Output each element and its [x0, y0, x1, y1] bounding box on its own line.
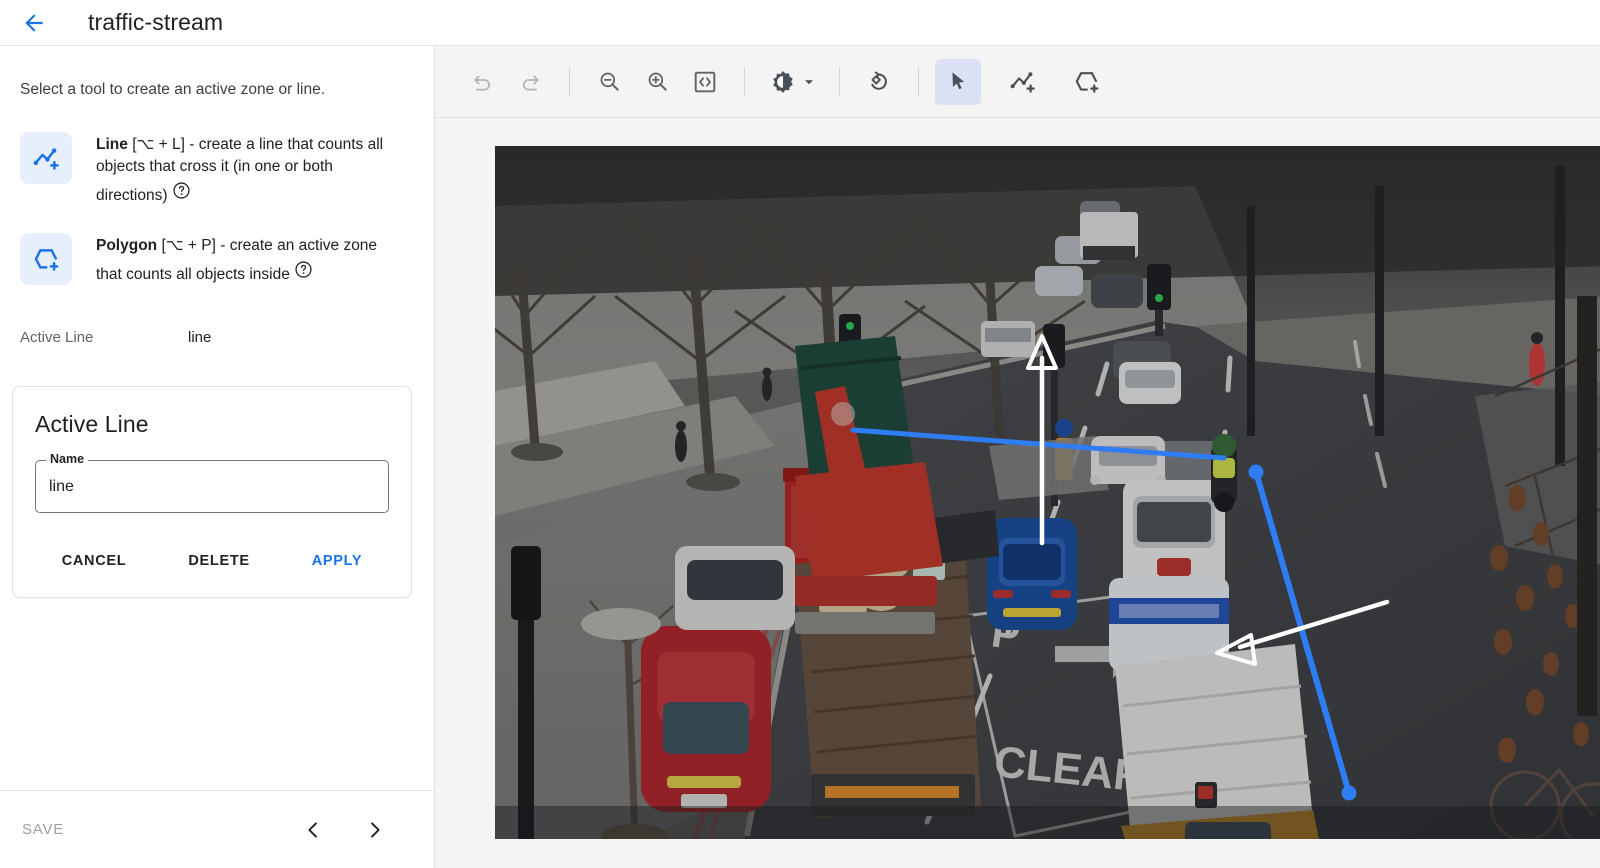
app-header: traffic-stream [0, 0, 1600, 46]
rotate-reset-icon [866, 69, 892, 95]
sidebar: Select a tool to create an active zone o… [0, 46, 435, 868]
add-line-icon [1009, 68, 1036, 95]
fit-screen-icon [692, 69, 718, 95]
card-actions: CANCEL DELETE APPLY [35, 547, 389, 575]
tool-description-line: Line [⌥ + L] - create a line that counts… [96, 132, 396, 207]
previous-button[interactable] [300, 817, 326, 843]
add-polygon-tool-button[interactable] [1063, 59, 1109, 105]
tool-hint-text: Select a tool to create an active zone o… [0, 46, 434, 100]
sidebar-content: Select a tool to create an active zone o… [0, 46, 434, 790]
brightness-button[interactable] [761, 59, 823, 105]
active-line-row: Active Line line [0, 320, 434, 354]
traffic-scene: K C P CLEAR [495, 146, 1600, 839]
add-line-icon [32, 144, 60, 172]
canvas-toolbar [435, 46, 1600, 118]
toolbar-divider-2 [744, 67, 745, 97]
back-arrow-icon [21, 10, 47, 36]
sidebar-footer: SAVE [0, 790, 434, 868]
fit-to-screen-button[interactable] [682, 59, 728, 105]
chevron-down-icon [803, 76, 815, 88]
toolbar-divider-4 [918, 67, 919, 97]
back-button[interactable] [14, 3, 54, 43]
tool-name-polygon: Polygon [96, 237, 157, 254]
tool-shortcut-line-value: [⌥ + L] [132, 136, 185, 153]
reset-view-button[interactable] [856, 59, 902, 105]
save-button[interactable]: SAVE [22, 821, 64, 838]
add-line-tool-chip[interactable] [20, 132, 72, 184]
tool-row-polygon: Polygon [⌥ + P] - create an active zone … [0, 227, 434, 292]
add-line-tool-button[interactable] [999, 59, 1045, 105]
active-line-label: Active Line [20, 329, 188, 346]
cursor-arrow-icon [946, 69, 971, 94]
add-polygon-icon [32, 245, 60, 273]
chevron-left-icon [302, 819, 324, 841]
tool-list: Line [⌥ + L] - create a line that counts… [0, 126, 434, 292]
name-input[interactable] [35, 460, 389, 513]
undo-button[interactable] [459, 59, 505, 105]
help-circle-icon-line[interactable] [172, 181, 191, 200]
chevron-right-icon [364, 819, 386, 841]
tool-shortcut-polygon-value: [⌥ + P] [161, 237, 215, 254]
redo-icon [518, 69, 543, 94]
canvas-stage[interactable]: K C P CLEAR [435, 118, 1600, 868]
cancel-button[interactable]: CANCEL [54, 547, 135, 575]
canvas-pane: K C P CLEAR [435, 46, 1600, 868]
next-button[interactable] [362, 817, 388, 843]
toolbar-divider-1 [569, 67, 570, 97]
line-endpoint-handle-start [1249, 465, 1264, 480]
app-root: traffic-stream Select a tool to create a… [0, 0, 1600, 868]
zoom-out-icon [597, 69, 622, 94]
add-polygon-tool-chip[interactable] [20, 233, 72, 285]
add-polygon-icon [1073, 68, 1100, 95]
undo-icon [470, 69, 495, 94]
page-title: traffic-stream [88, 9, 223, 36]
tool-name-line: Line [96, 136, 128, 153]
brightness-icon [770, 69, 796, 95]
tool-description-polygon: Polygon [⌥ + P] - create an active zone … [96, 233, 396, 286]
select-tool-button[interactable] [935, 59, 981, 105]
help-circle-icon-polygon[interactable] [294, 260, 313, 279]
line-endpoint-handle-end [1342, 786, 1357, 801]
zoom-in-button[interactable] [634, 59, 680, 105]
apply-button[interactable]: APPLY [304, 547, 371, 575]
nav-arrows [300, 817, 412, 843]
zoom-out-button[interactable] [586, 59, 632, 105]
name-field-wrapper: Name [35, 460, 389, 513]
toolbar-divider-3 [839, 67, 840, 97]
active-line-card: Active Line Name CANCEL DELETE APPLY [12, 386, 412, 598]
active-line-value: line [188, 329, 211, 346]
redo-button[interactable] [507, 59, 553, 105]
video-frame[interactable]: K C P CLEAR [495, 146, 1600, 839]
app-body: Select a tool to create an active zone o… [0, 46, 1600, 868]
zoom-in-icon [645, 69, 670, 94]
delete-button[interactable]: DELETE [180, 547, 257, 575]
tool-row-line: Line [⌥ + L] - create a line that counts… [0, 126, 434, 213]
card-title: Active Line [35, 411, 389, 438]
